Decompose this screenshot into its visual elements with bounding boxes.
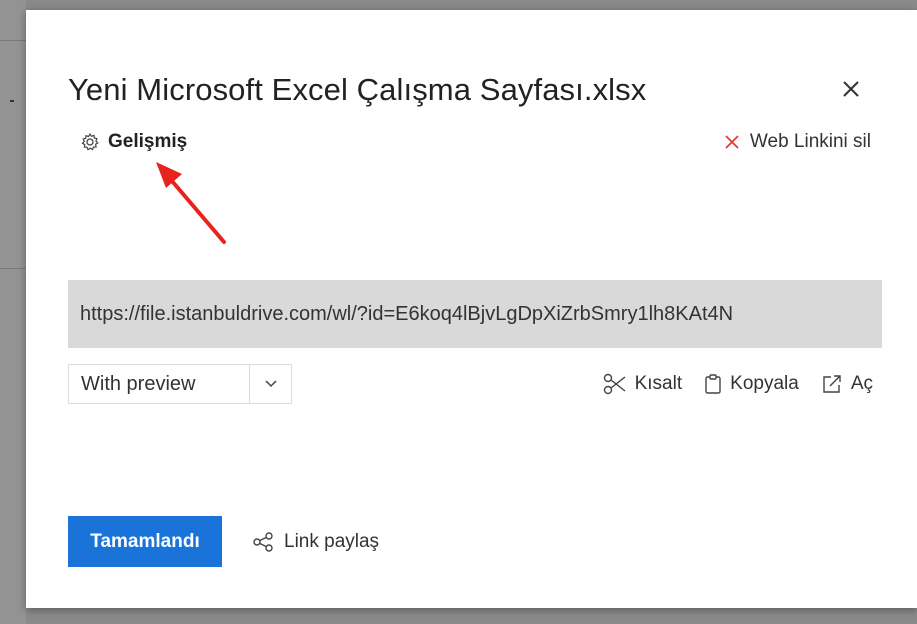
link-mode-value: With preview: [81, 372, 196, 395]
share-link-button[interactable]: Link paylaş: [252, 528, 379, 556]
background-mark: [10, 100, 14, 102]
annotation-arrow-icon: [156, 162, 226, 244]
dialog-title: Yeni Microsoft Excel Çalışma Sayfası.xls…: [68, 72, 647, 107]
background-divider: [0, 268, 26, 269]
background-page: [0, 0, 26, 624]
share-url-text: https://file.istanbuldrive.com/wl/?id=E6…: [80, 302, 734, 325]
close-icon: [843, 81, 859, 97]
background-divider: [0, 40, 26, 41]
scissors-icon: [603, 373, 626, 395]
advanced-settings-label: Gelişmiş: [108, 131, 188, 152]
advanced-settings-button[interactable]: Gelişmiş: [80, 130, 187, 154]
remove-web-link-label: Web Linkini sil: [749, 131, 871, 152]
shorten-button[interactable]: Kısalt: [603, 373, 683, 395]
external-link-icon: [823, 375, 841, 393]
shorten-label: Kısalt: [634, 373, 683, 394]
copy-label: Kopyala: [730, 373, 799, 394]
chevron-down-icon: [264, 380, 277, 388]
share-url-field[interactable]: https://file.istanbuldrive.com/wl/?id=E6…: [68, 280, 882, 348]
gear-icon: [81, 132, 99, 151]
share-icon: [253, 532, 273, 552]
link-actions: Kısalt Kopyala Aç: [603, 368, 873, 400]
open-label: Aç: [850, 373, 873, 394]
dropdown-toggle[interactable]: [250, 379, 291, 389]
link-mode-select[interactable]: With preview: [68, 364, 292, 404]
share-link-dialog: Yeni Microsoft Excel Çalışma Sayfası.xls…: [26, 10, 917, 608]
remove-web-link-button[interactable]: Web Linkini sil: [724, 130, 871, 154]
x-icon: [725, 135, 739, 149]
copy-button[interactable]: Kopyala: [704, 373, 799, 395]
done-button[interactable]: Tamamlandı: [68, 516, 222, 567]
open-button[interactable]: Aç: [821, 373, 873, 395]
clipboard-icon: [705, 374, 721, 394]
close-button[interactable]: [838, 76, 864, 102]
share-link-label: Link paylaş: [284, 531, 380, 552]
